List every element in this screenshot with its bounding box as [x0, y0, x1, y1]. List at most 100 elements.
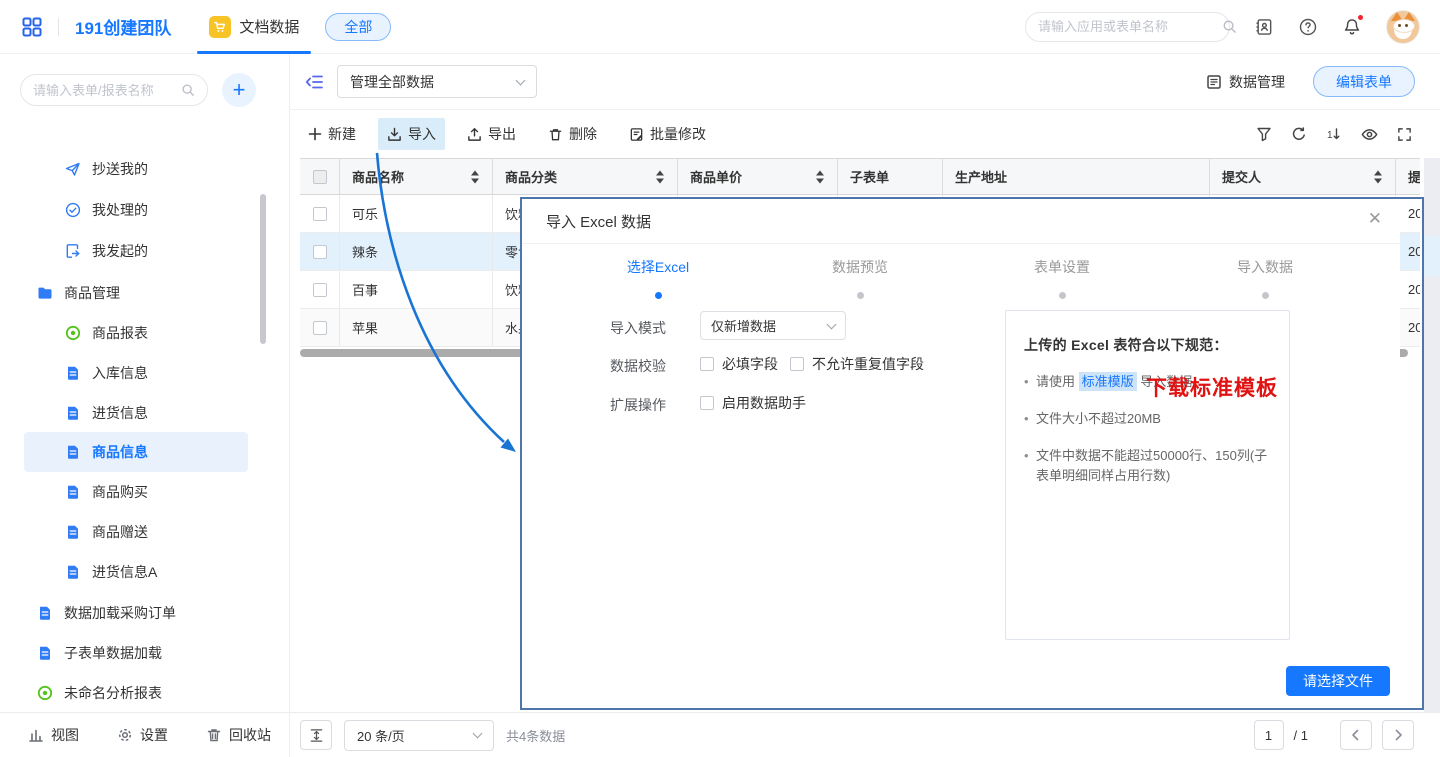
help-icon[interactable]	[1298, 17, 1318, 37]
global-search[interactable]	[1025, 12, 1230, 42]
sort-toggle[interactable]	[656, 170, 664, 183]
prev-page-button[interactable]	[1340, 720, 1372, 750]
export-label: 导出	[488, 124, 516, 144]
tab-doc-data[interactable]: 文档数据	[209, 0, 299, 54]
data-manage-button[interactable]: 数据管理	[1206, 72, 1285, 92]
row-checkbox[interactable]	[313, 283, 327, 297]
import-button[interactable]: 导入	[378, 118, 445, 150]
avatar[interactable]	[1386, 10, 1420, 44]
sort-icon[interactable]: 1	[1326, 126, 1342, 142]
sidebar-list: 抄送我的 我处理的 我发起的 商品管理 商品报表 入库信息	[0, 162, 272, 757]
avatar-eye	[1405, 24, 1408, 27]
select-file-button[interactable]: 请选择文件	[1286, 666, 1390, 696]
add-form-button[interactable]: +	[222, 73, 256, 107]
current-page-input[interactable]	[1254, 720, 1284, 750]
page-size-select[interactable]: 20 条/页	[344, 720, 494, 751]
views-label: 视图	[51, 725, 79, 745]
row-checkbox[interactable]	[313, 321, 327, 335]
sidebar-item-goods-gift[interactable]: 商品赠送	[0, 512, 272, 552]
data-manage-label: 数据管理	[1229, 72, 1285, 92]
search-icon	[1222, 19, 1237, 34]
plus-icon	[308, 127, 322, 141]
col-label: 提	[1408, 167, 1420, 186]
refresh-icon[interactable]	[1291, 126, 1307, 142]
avatar-face	[1393, 19, 1415, 33]
settings-label: 设置	[140, 725, 168, 745]
select-all-checkbox[interactable]	[313, 170, 327, 184]
import-mode-select[interactable]: 仅新增数据	[700, 311, 846, 340]
sort-toggle[interactable]	[816, 170, 824, 183]
batch-edit-button[interactable]: 批量修改	[629, 124, 706, 144]
standard-template-link[interactable]: 标准模版	[1079, 372, 1137, 391]
edit-doc-icon	[629, 127, 644, 142]
views-button[interactable]: 视图	[28, 725, 79, 745]
sidebar-item-data-load-purchase-order[interactable]: 数据加载采购订单	[0, 593, 272, 633]
step-data-preview: 数据预览	[790, 257, 930, 299]
settings-button[interactable]: 设置	[117, 725, 168, 745]
row-checkbox[interactable]	[313, 245, 327, 259]
app-screen: 191创建团队 文档数据 全部	[0, 0, 1440, 757]
team-name[interactable]: 191创建团队	[75, 14, 171, 39]
form-doc-icon	[37, 605, 53, 621]
filter-icon[interactable]	[1256, 126, 1272, 142]
sort-toggle[interactable]	[1374, 170, 1382, 183]
edit-form-button[interactable]: 编辑表单	[1313, 66, 1415, 97]
sidebar-item-label: 数据加载采购订单	[64, 603, 176, 623]
notifications-bell-icon[interactable]	[1342, 17, 1362, 37]
apps-grid-icon[interactable]	[20, 15, 44, 39]
required-fields-checkbox[interactable]: 必填字段	[700, 354, 778, 374]
new-record-button[interactable]: 新建	[308, 124, 356, 144]
close-icon[interactable]: ✕	[1368, 209, 1382, 229]
sidebar-item-purchase-info-a[interactable]: 进货信息A	[0, 552, 272, 592]
sidebar-item-initiated-by-me[interactable]: 我发起的	[0, 231, 272, 271]
col-label: 商品分类	[505, 167, 557, 186]
sidebar-item-inbound-info[interactable]: 入库信息	[0, 353, 272, 393]
upload-spec-panel: 上传的 Excel 表符合以下规范： 请使用 标准模版 导入数据 文件大小不超过…	[1005, 310, 1290, 640]
step-label: 数据预览	[790, 257, 930, 277]
data-assistant-checkbox[interactable]: 启用数据助手	[700, 393, 806, 413]
sidebar-item-unnamed-analysis-report[interactable]: 未命名分析报表	[0, 673, 272, 713]
sidebar-item-cc-to-me[interactable]: 抄送我的	[0, 162, 272, 189]
eye-icon[interactable]	[1361, 126, 1378, 143]
data-view-select[interactable]: 管理全部数据	[337, 65, 537, 98]
checkbox[interactable]	[790, 357, 804, 371]
import-mode-value: 仅新增数据	[711, 316, 776, 335]
sidebar-item-goods-report[interactable]: 商品报表	[0, 313, 272, 353]
sidebar-item-goods-info-selected[interactable]: 商品信息	[24, 432, 248, 472]
sidebar-item-purchase-info[interactable]: 进货信息	[0, 393, 272, 433]
bar-chart-icon	[28, 727, 44, 743]
step-label: 表单设置	[992, 257, 1132, 277]
search-icon	[181, 83, 195, 97]
row-checkbox[interactable]	[313, 207, 327, 221]
sidebar-item-subform-data-load[interactable]: 子表单数据加载	[0, 633, 272, 673]
contacts-icon[interactable]	[1254, 17, 1274, 37]
checkbox-label: 必填字段	[722, 354, 778, 374]
sidebar-item-goods-buy[interactable]: 商品购买	[0, 472, 272, 512]
delete-button[interactable]: 删除	[548, 124, 597, 144]
sidebar-scrollbar[interactable]	[260, 194, 266, 344]
sidebar-group-goods-management[interactable]: 商品管理	[0, 273, 272, 313]
sidebar-item-label: 入库信息	[92, 363, 148, 383]
scope-all-pill[interactable]: 全部	[325, 13, 391, 41]
form-doc-icon	[37, 645, 53, 661]
chevron-down-icon	[827, 319, 837, 329]
divider	[522, 243, 1400, 244]
import-mode-label: 导入模式	[610, 318, 666, 338]
checkbox[interactable]	[700, 396, 714, 410]
form-doc-icon	[65, 365, 81, 381]
checkbox[interactable]	[700, 357, 714, 371]
row-height-icon[interactable]	[300, 720, 332, 750]
sidebar-search-input[interactable]	[33, 83, 175, 98]
sort-toggle[interactable]	[471, 170, 479, 183]
sidebar-item-processed-by-me[interactable]: 我处理的	[0, 190, 272, 230]
export-button[interactable]: 导出	[467, 124, 516, 144]
collapse-sidebar-icon[interactable]	[305, 72, 325, 92]
global-search-input[interactable]	[1038, 19, 1214, 34]
no-duplicate-checkbox[interactable]: 不允许重复值字段	[790, 354, 924, 374]
chevron-down-icon	[516, 75, 526, 85]
next-page-button[interactable]	[1382, 720, 1414, 750]
recycle-bin-button[interactable]: 回收站	[206, 725, 271, 745]
fullscreen-icon[interactable]	[1397, 127, 1412, 142]
sidebar-search[interactable]	[20, 74, 208, 106]
step-dot	[857, 292, 864, 299]
